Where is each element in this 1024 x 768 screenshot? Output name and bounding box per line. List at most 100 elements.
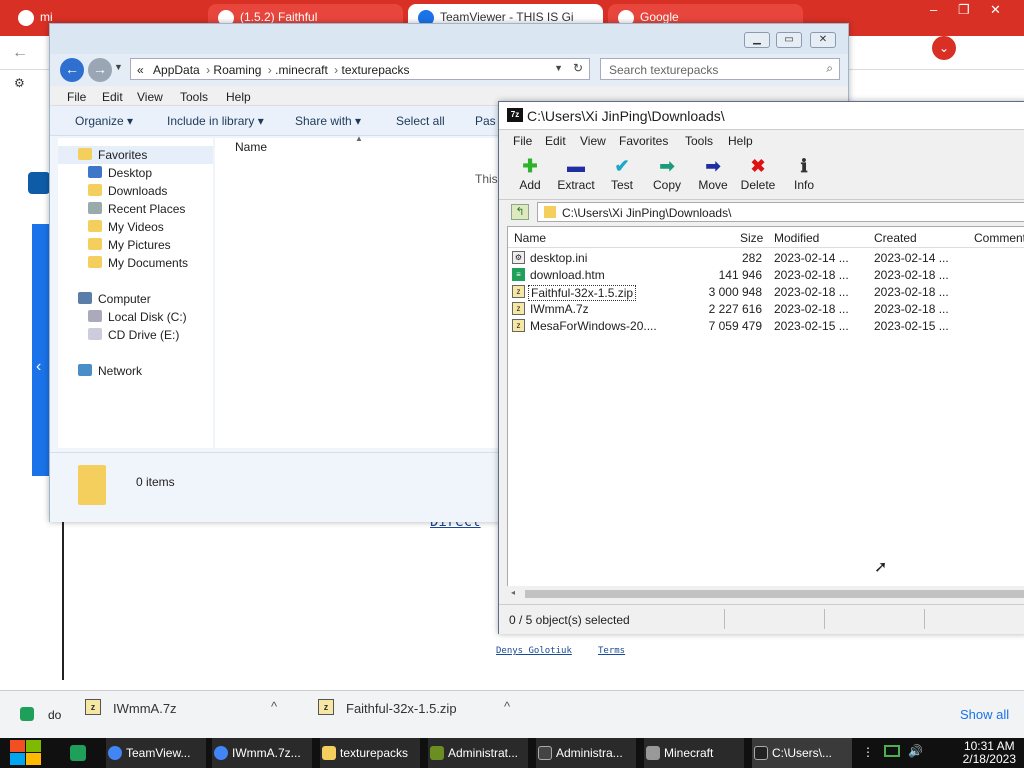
- taskbar-item-minecraft[interactable]: Minecraft: [644, 738, 744, 768]
- chrome-icon: [108, 746, 122, 760]
- taskbar-item-teamviewer[interactable]: TeamView...: [106, 738, 206, 768]
- organize-button[interactable]: Organize ▾: [75, 114, 133, 128]
- chevron-up-icon[interactable]: ^: [504, 699, 510, 714]
- taskbar-item-texturepacks[interactable]: texturepacks: [320, 738, 420, 768]
- close-button[interactable]: ✕: [990, 2, 1001, 18]
- copy-arrow-icon: ➡: [659, 156, 675, 176]
- maximize-button[interactable]: ▭: [776, 32, 802, 48]
- move-button[interactable]: ➡ Move: [688, 156, 738, 192]
- column-header-created[interactable]: Created: [874, 231, 917, 245]
- taskbar-item-admin-1[interactable]: Administrat...: [428, 738, 528, 768]
- sevenzip-titlebar: 7z C:\Users\Xi JinPing\Downloads\: [499, 102, 1024, 130]
- column-header-comment[interactable]: Comment: [974, 231, 1024, 245]
- maximize-button[interactable]: ❐: [958, 2, 970, 18]
- scrollbar-thumb[interactable]: [525, 590, 1024, 598]
- carousel-prev[interactable]: ‹: [32, 224, 50, 476]
- menu-tools[interactable]: Tools: [180, 90, 208, 104]
- menu-tools[interactable]: Tools: [685, 134, 713, 148]
- taskbar: TeamView... IWmmA.7z... texturepacks Adm…: [0, 738, 1024, 768]
- horizontal-scrollbar[interactable]: ◂: [507, 586, 1024, 602]
- menu-help[interactable]: Help: [728, 134, 753, 148]
- download-bar: do z IWmmA.7z ^ z Faithful-32x-1.5.zip ^…: [0, 690, 1024, 738]
- nav-downloads[interactable]: Downloads: [88, 184, 167, 198]
- show-all-button[interactable]: Show all: [960, 707, 1009, 722]
- taskbar-item-7zip[interactable]: C:\Users\...: [752, 738, 852, 768]
- column-header-name[interactable]: Name: [514, 231, 546, 245]
- up-folder-icon[interactable]: ↰: [511, 204, 529, 220]
- menu-favorites[interactable]: Favorites: [619, 134, 668, 148]
- chevron-down-icon[interactable]: ⌄: [932, 36, 956, 60]
- delete-button[interactable]: ✖ Delete: [733, 156, 783, 192]
- search-icon[interactable]: ⌕: [826, 61, 833, 76]
- test-button[interactable]: ✔ Test: [597, 156, 647, 192]
- column-header-size[interactable]: Size: [740, 231, 763, 245]
- table-row[interactable]: ⚙ desktop.ini 282 2023-02-14 ... 2023-02…: [510, 250, 1024, 267]
- copy-button[interactable]: ➡ Copy: [642, 156, 692, 192]
- recent-dropdown-icon[interactable]: ▼: [114, 62, 123, 72]
- download-item[interactable]: z Faithful-32x-1.5.zip ^: [318, 699, 528, 729]
- close-button[interactable]: ✕: [810, 32, 836, 48]
- network-icon[interactable]: [884, 745, 900, 757]
- chevron-down-icon[interactable]: ▼: [554, 63, 563, 73]
- column-header-modified[interactable]: Modified: [774, 231, 819, 245]
- search-input[interactable]: Search texturepacks ⌕: [600, 58, 840, 80]
- explorer-address-row: ← → ▼ « AppData › Roaming › .minecraft ›…: [50, 54, 848, 86]
- paste-button[interactable]: Pas: [475, 114, 496, 128]
- column-header-name[interactable]: Name: [235, 140, 267, 154]
- volume-icon[interactable]: 🔊: [908, 744, 923, 758]
- table-row[interactable]: z IWmmA.7z 2 227 616 2023-02-18 ... 2023…: [510, 301, 1024, 318]
- info-button[interactable]: ℹ Info: [779, 156, 829, 192]
- more-icon[interactable]: ⋮: [862, 745, 874, 759]
- breadcrumb: « AppData › Roaming › .minecraft › textu…: [137, 63, 410, 77]
- address-bar[interactable]: « AppData › Roaming › .minecraft › textu…: [130, 58, 590, 80]
- select-all-button[interactable]: Select all: [396, 114, 445, 128]
- include-in-library-button[interactable]: Include in library ▾: [167, 114, 264, 128]
- menu-view[interactable]: View: [580, 134, 606, 148]
- minimize-button[interactable]: ▁: [744, 32, 770, 48]
- menu-edit[interactable]: Edit: [102, 90, 123, 104]
- menu-view[interactable]: View: [137, 90, 163, 104]
- path-field[interactable]: C:\Users\Xi JinPing\Downloads\: [537, 202, 1024, 222]
- plus-icon: ✚: [522, 156, 538, 176]
- table-row[interactable]: z Faithful-32x-1.5.zip 3 000 948 2023-02…: [510, 284, 1024, 301]
- refresh-icon[interactable]: ↻: [573, 61, 583, 75]
- author-link[interactable]: Denys Golotiuk: [496, 646, 572, 656]
- back-button[interactable]: ←: [60, 58, 84, 82]
- start-button[interactable]: [10, 740, 42, 766]
- nav-my-pictures[interactable]: My Pictures: [88, 238, 171, 252]
- menu-file[interactable]: File: [67, 90, 86, 104]
- nav-desktop[interactable]: Desktop: [88, 166, 152, 180]
- minecraft-server-icon: [430, 746, 444, 760]
- menu-help[interactable]: Help: [226, 90, 251, 104]
- table-row[interactable]: ≡ download.htm 141 946 2023-02-18 ... 20…: [510, 267, 1024, 284]
- nav-network[interactable]: Network: [78, 364, 142, 378]
- nav-my-videos[interactable]: My Videos: [88, 220, 164, 234]
- back-arrow-icon[interactable]: ←: [12, 44, 28, 62]
- nav-computer[interactable]: Computer: [78, 292, 151, 306]
- chevron-up-icon[interactable]: ^: [271, 699, 277, 714]
- move-arrow-icon: ➡: [705, 156, 721, 176]
- apps-icon[interactable]: ⚙: [14, 76, 25, 90]
- menu-file[interactable]: File: [513, 134, 532, 148]
- archive-icon: z: [512, 285, 525, 298]
- share-with-button[interactable]: Share with ▾: [295, 114, 361, 128]
- taskbar-item-admin-2[interactable]: Administra...: [536, 738, 636, 768]
- nav-favorites[interactable]: Favorites: [78, 148, 147, 162]
- table-row[interactable]: z MesaForWindows-20.... 7 059 479 2023-0…: [510, 318, 1024, 335]
- taskbar-item-iwmma[interactable]: IWmmA.7z...: [212, 738, 312, 768]
- nav-local-disk[interactable]: Local Disk (C:): [88, 310, 187, 324]
- extract-button[interactable]: ▬ Extract: [551, 156, 601, 192]
- menu-edit[interactable]: Edit: [545, 134, 566, 148]
- forward-button[interactable]: →: [88, 58, 112, 82]
- add-button[interactable]: ✚ Add: [505, 156, 555, 192]
- nav-recent-places[interactable]: Recent Places: [88, 202, 185, 216]
- folder-icon: [78, 465, 106, 505]
- system-clock[interactable]: 10:31 AM 2/18/2023: [963, 740, 1016, 766]
- nav-my-documents[interactable]: My Documents: [88, 256, 188, 270]
- minimize-button[interactable]: –: [930, 2, 937, 17]
- terms-link[interactable]: Terms: [598, 646, 625, 656]
- download-item[interactable]: z IWmmA.7z ^: [85, 699, 285, 729]
- nav-cd-drive[interactable]: CD Drive (E:): [88, 328, 179, 342]
- spreadsheet-icon[interactable]: [70, 745, 86, 761]
- scroll-left-icon[interactable]: ◂: [511, 588, 515, 597]
